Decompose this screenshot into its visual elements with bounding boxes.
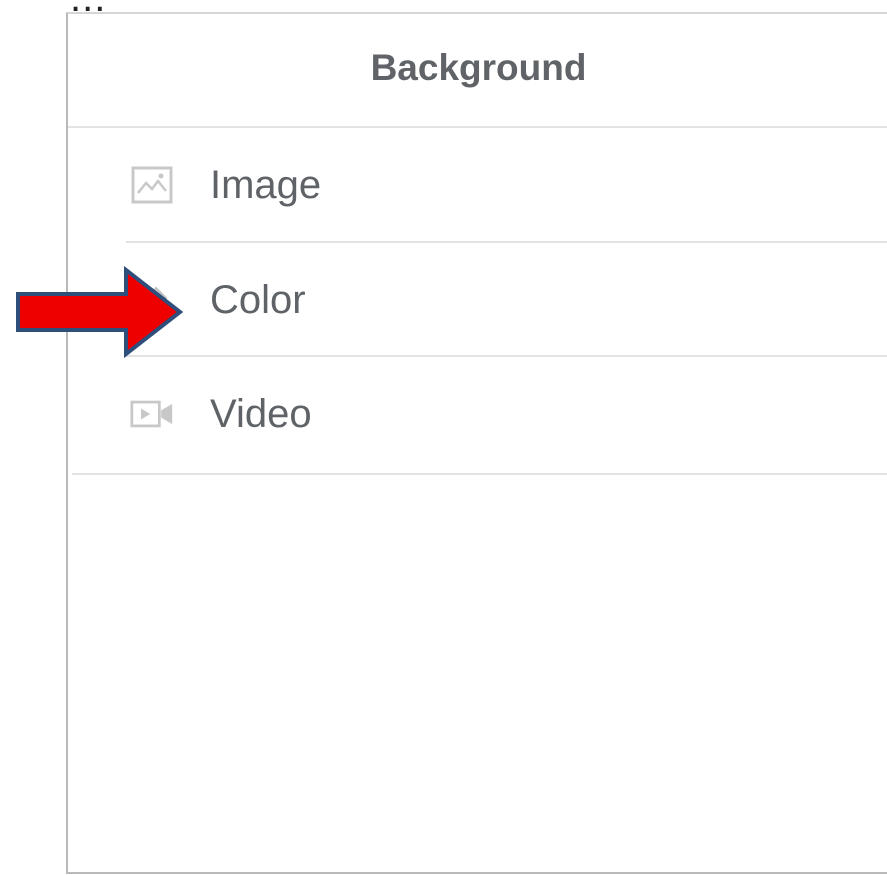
video-icon	[130, 394, 174, 434]
menu-item-image[interactable]: Image	[68, 129, 887, 241]
divider	[126, 241, 887, 243]
panel-header: Background	[68, 14, 887, 128]
menu-item-video[interactable]: Video	[68, 358, 887, 470]
red-arrow-annotation	[16, 266, 184, 358]
menu-item-label: Color	[210, 277, 306, 322]
menu-item-color[interactable]: Color	[68, 244, 887, 356]
background-panel: Background Image Color Video	[66, 12, 887, 874]
panel-title: Background	[370, 47, 587, 88]
image-icon	[130, 165, 174, 205]
menu-item-label: Image	[210, 162, 322, 207]
menu-item-label: Video	[210, 391, 312, 436]
stage: ... Background Image Color	[0, 0, 887, 875]
divider	[72, 473, 887, 475]
divider	[126, 355, 887, 357]
